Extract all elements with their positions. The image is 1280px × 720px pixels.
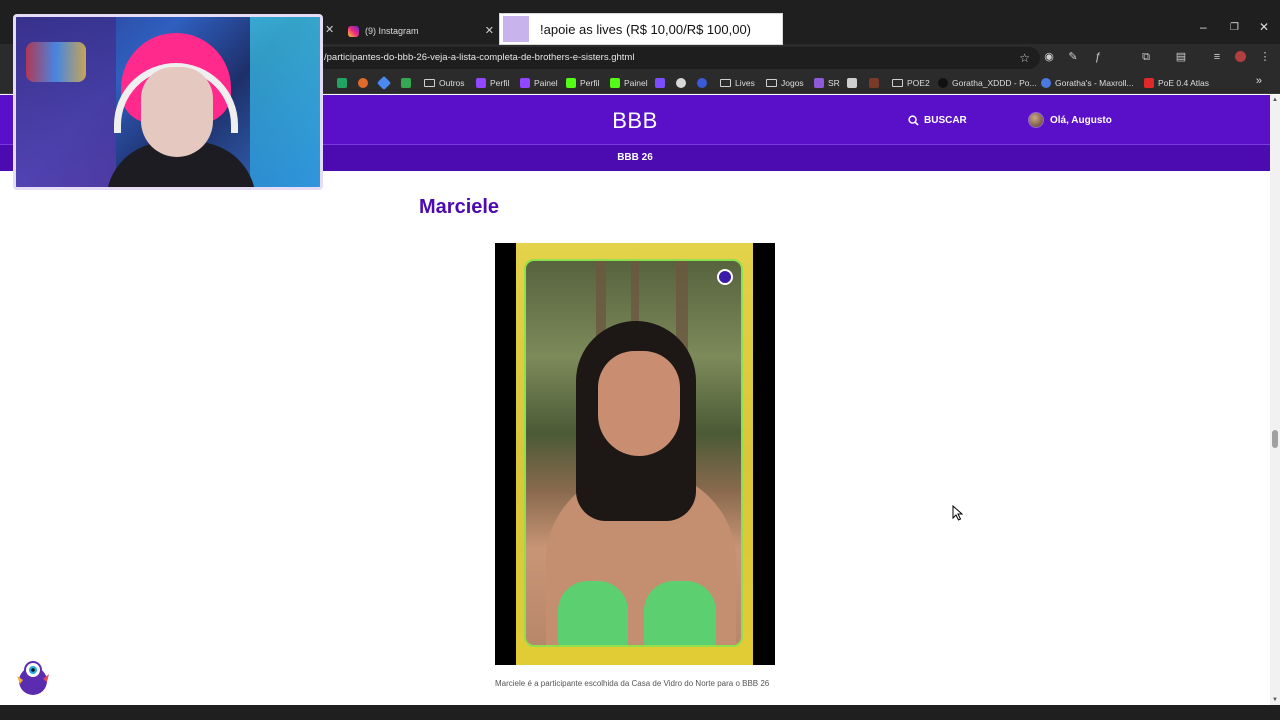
bookmark-perfil[interactable]: Perfil	[476, 76, 509, 90]
person-face	[598, 351, 680, 456]
function-icon[interactable]: ƒ	[1092, 51, 1104, 63]
bookmark-label: Goratha_XDDD - Po...	[952, 78, 1037, 88]
webcam-overlay	[13, 14, 323, 190]
bookmark-label: Goratha's - Maxroll...	[1055, 78, 1134, 88]
bookmark-poe-atlas[interactable]: PoE 0.4 Atlas	[1144, 76, 1209, 90]
bookmark-sheets-icon[interactable]	[337, 76, 351, 90]
address-bar-url: /participantes-do-bbb-26-veja-a-lista-co…	[324, 52, 635, 63]
scroll-down-icon[interactable]: ▼	[1272, 697, 1278, 703]
bookmark-sr[interactable]: SR	[814, 76, 840, 90]
bookmark-jogos[interactable]: Jogos	[766, 76, 804, 90]
address-bar[interactable]: /participantes-do-bbb-26-veja-a-lista-co…	[300, 47, 1040, 69]
bookmark-label: Painel	[624, 78, 648, 88]
bookmark-app-icon[interactable]	[655, 76, 669, 90]
restore-icon[interactable]: ❐	[1230, 22, 1239, 33]
bookmark-label: Painel	[534, 78, 558, 88]
bookmark-label: Perfil	[580, 78, 600, 88]
close-window-icon[interactable]: ✕	[1259, 20, 1269, 34]
bookmark-circle-icon[interactable]	[676, 76, 690, 90]
bookmark-anchor-icon[interactable]	[697, 76, 711, 90]
search-icon	[908, 114, 919, 126]
minimize-icon[interactable]: –	[1200, 20, 1207, 34]
media-icon[interactable]: ≡	[1211, 51, 1223, 63]
mouse-cursor-icon	[952, 505, 964, 521]
instagram-icon	[348, 25, 359, 37]
bookmark-label: Outros	[439, 78, 465, 88]
profile-icon[interactable]	[1235, 51, 1246, 62]
bookmark-asterisk-icon[interactable]	[358, 76, 372, 90]
pen-icon[interactable]: ✎	[1067, 51, 1079, 63]
folder-icon	[424, 79, 435, 87]
donation-goal-text: !apoie as lives (R$ 10,00/R$ 100,00)	[540, 21, 752, 37]
bookmark-star-icon[interactable]	[376, 75, 393, 91]
bookmark-lives[interactable]: Lives	[720, 76, 755, 90]
avatar	[1028, 112, 1044, 128]
bookmark-star-icon[interactable]: ☆	[1019, 47, 1030, 69]
webcam-toys	[26, 42, 86, 82]
extensions-icon[interactable]: ⧉	[1140, 51, 1152, 63]
camera-icon[interactable]: ◉	[1043, 51, 1055, 63]
tab-instagram-label: (9) Instagram	[365, 26, 419, 36]
folder-icon	[720, 79, 731, 87]
globo-badge-icon	[717, 269, 733, 285]
bookmark-game-icon[interactable]	[847, 76, 861, 90]
close-tab-icon[interactable]: ✕	[325, 23, 334, 36]
close-tab-icon[interactable]: ✕	[485, 24, 494, 37]
bookmark-helmet-icon[interactable]	[869, 76, 883, 90]
screen: ✕ (9) Instagram ✕ – ❐ ✕ /participantes-d…	[0, 0, 1280, 720]
mascot-icon	[17, 661, 49, 695]
folder-icon	[766, 79, 777, 87]
bottom-bar	[0, 705, 1280, 720]
tab-instagram[interactable]: (9) Instagram ✕	[340, 18, 500, 44]
section-title: Marciele	[419, 196, 500, 218]
bookmark-label: Jogos	[781, 78, 804, 88]
menu-icon[interactable]: ⋮	[1259, 51, 1271, 63]
sidebar-icon[interactable]: ▤	[1175, 51, 1187, 63]
scroll-thumb[interactable]	[1272, 430, 1278, 448]
search-label: BUSCAR	[924, 114, 967, 126]
user-greeting: Olá, Augusto	[1050, 114, 1112, 126]
scroll-up-icon[interactable]: ▲	[1272, 97, 1278, 103]
photo-frame	[516, 243, 753, 665]
bikini-top	[558, 581, 628, 645]
bookmark-label: SR	[828, 78, 840, 88]
page-scrollbar[interactable]: ▲ ▼	[1270, 95, 1280, 705]
user-menu[interactable]: Olá, Augusto	[1028, 109, 1112, 131]
bookmark-label: PoE 0.4 Atlas	[1158, 78, 1210, 88]
donation-goal-overlay: !apoie as lives (R$ 10,00/R$ 100,00)	[499, 13, 783, 45]
bookmark-goratha-xddd[interactable]: Goratha_XDDD - Po...	[938, 76, 1037, 90]
folder-icon	[892, 79, 903, 87]
streamer-face	[141, 67, 213, 157]
photo-caption: Marciele é a participante escolhida da C…	[495, 679, 770, 688]
more-bookmarks-icon[interactable]: »	[1256, 75, 1262, 87]
bookmark-perfil-kick[interactable]: Perfil	[566, 76, 599, 90]
bookmark-label: POE2	[907, 78, 930, 88]
photo-image	[524, 259, 743, 647]
bookmark-painel[interactable]: Painel	[520, 76, 558, 90]
bookmark-poe2[interactable]: POE2	[892, 76, 930, 90]
bikini-top	[644, 581, 716, 645]
bookmark-painel-kick[interactable]: Painel	[610, 76, 648, 90]
bookmark-goratha-maxroll[interactable]: Goratha's - Maxroll...	[1041, 76, 1134, 90]
bookmark-drive-icon[interactable]	[401, 76, 415, 90]
donation-color-swatch	[503, 16, 529, 42]
webcam-background	[250, 17, 320, 187]
bookmark-label: Perfil	[490, 78, 510, 88]
bookmark-outros[interactable]: Outros	[424, 76, 465, 90]
search-button[interactable]: BUSCAR	[902, 109, 1012, 131]
bookmark-label: Lives	[735, 78, 755, 88]
participant-photo[interactable]	[495, 243, 775, 665]
